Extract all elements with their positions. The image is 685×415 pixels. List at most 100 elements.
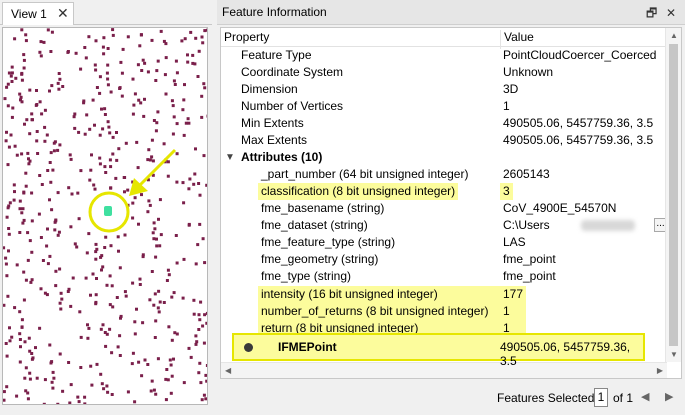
scroll-left-icon[interactable]: ◀: [225, 366, 231, 375]
point-marker: [169, 363, 173, 367]
point-marker: [94, 68, 98, 72]
point-marker: [175, 71, 179, 75]
point-marker: [172, 79, 176, 83]
table-row-classification[interactable]: classification (8 bit unsigned integer) …: [221, 183, 667, 200]
scroll-down-icon[interactable]: ▼: [670, 350, 678, 359]
selected-index-input[interactable]: 1: [594, 388, 608, 407]
table-row[interactable]: fme_type (string) fme_point: [221, 268, 667, 285]
point-marker: [30, 118, 34, 122]
point-marker: [100, 268, 103, 272]
point-marker: [198, 193, 202, 197]
table-row[interactable]: _part_number (64 bit unsigned integer) 2…: [221, 166, 667, 183]
point-marker: [8, 201, 12, 205]
point-marker: [196, 75, 200, 78]
geometry-row-ifmepoint[interactable]: IFMEPoint 490505.06, 5457759.36, 3.5: [232, 333, 645, 368]
scroll-thumb[interactable]: [669, 44, 678, 346]
attribute-value: CoV_4900E_54570N: [503, 201, 617, 215]
point-marker: [35, 103, 39, 106]
table-row-number-of-returns[interactable]: number_of_returns (8 bit unsigned intege…: [221, 303, 667, 320]
point-marker: [56, 81, 60, 85]
point-marker: [20, 325, 24, 329]
point-marker: [158, 244, 162, 248]
point-marker: [164, 92, 168, 96]
point-marker: [150, 38, 154, 42]
point-marker: [101, 265, 105, 269]
table-row[interactable]: Coordinate System Unknown: [221, 64, 667, 81]
selected-point[interactable]: [104, 206, 112, 216]
point-marker: [20, 100, 24, 104]
point-marker: [87, 232, 91, 236]
point-cloud-svg[interactable]: [3, 28, 208, 405]
table-row[interactable]: Max Extents 490505.06, 5457759.36, 3.5: [221, 132, 667, 149]
next-feature-icon[interactable]: ▶: [665, 390, 673, 403]
point-marker: [201, 41, 205, 45]
table-row[interactable]: Dimension 3D: [221, 81, 667, 98]
point-marker: [102, 387, 106, 391]
point-marker: [105, 332, 109, 336]
point-marker: [202, 82, 206, 86]
point-marker: [115, 296, 119, 299]
point-marker: [7, 249, 10, 253]
point-marker: [94, 302, 98, 306]
point-marker: [56, 191, 60, 195]
point-marker: [133, 320, 137, 324]
point-marker: [181, 296, 185, 300]
table-row[interactable]: fme_dataset (string) C:\Users ...: [221, 217, 667, 234]
grid-header: Property Value: [221, 28, 667, 49]
point-marker: [123, 233, 127, 237]
point-marker: [105, 384, 109, 388]
point-marker: [78, 310, 82, 314]
point-marker: [103, 107, 107, 111]
point-marker: [50, 380, 54, 384]
table-row[interactable]: Feature Type PointCloudCoercer_Coerced: [221, 47, 667, 64]
point-cloud-canvas[interactable]: [2, 27, 208, 405]
scroll-right-icon[interactable]: ▶: [657, 366, 663, 375]
point-marker: [200, 115, 204, 119]
point-marker: [40, 183, 44, 186]
point-marker: [95, 247, 99, 251]
table-row[interactable]: Number of Vertices 1: [221, 98, 667, 115]
column-header-property[interactable]: Property: [224, 30, 269, 44]
tab-label: View 1: [11, 7, 47, 21]
attributes-group-row[interactable]: ▼ Attributes (10): [221, 149, 667, 166]
point-marker: [58, 143, 62, 147]
point-marker: [61, 85, 65, 88]
point-marker: [67, 361, 71, 364]
panel-title: Feature Information: [222, 5, 327, 19]
table-row[interactable]: fme_geometry (string) fme_point: [221, 251, 667, 268]
point-marker: [195, 340, 199, 344]
point-marker: [153, 336, 157, 339]
tab-view-1[interactable]: View 1 ✕: [2, 2, 74, 25]
table-row-intensity[interactable]: intensity (16 bit unsigned integer) 177: [221, 286, 667, 303]
point-marker: [83, 402, 87, 404]
point-marker: [3, 398, 6, 402]
point-marker: [109, 186, 113, 190]
point-marker: [187, 346, 191, 350]
close-icon[interactable]: ✕: [663, 6, 679, 20]
point-marker: [58, 301, 62, 305]
point-marker: [143, 358, 147, 362]
point-marker: [4, 342, 8, 345]
point-marker: [98, 75, 102, 79]
point-marker: [66, 50, 70, 53]
attribute-value: 3: [500, 183, 513, 200]
point-marker: [197, 328, 201, 331]
chevron-down-icon[interactable]: ▼: [225, 149, 235, 166]
table-row[interactable]: fme_basename (string) CoV_4900E_54570N: [221, 200, 667, 217]
point-marker: [152, 388, 156, 392]
point-marker: [90, 153, 93, 157]
point-marker: [174, 234, 178, 237]
scroll-up-icon[interactable]: ▲: [670, 31, 678, 40]
point-marker: [136, 166, 140, 170]
vertical-scrollbar[interactable]: ▲ ▼: [665, 28, 681, 362]
point-marker: [194, 334, 198, 338]
point-marker: [106, 47, 110, 50]
table-row[interactable]: fme_feature_type (string) LAS: [221, 234, 667, 251]
close-icon[interactable]: ✕: [57, 5, 69, 22]
table-row[interactable]: Min Extents 490505.06, 5457759.36, 3.5: [221, 115, 667, 132]
restore-icon[interactable]: 🗗: [644, 4, 660, 25]
point-marker: [162, 301, 166, 304]
point-marker: [106, 390, 110, 394]
prev-feature-icon[interactable]: ◀: [641, 390, 649, 403]
point-marker: [140, 193, 143, 197]
